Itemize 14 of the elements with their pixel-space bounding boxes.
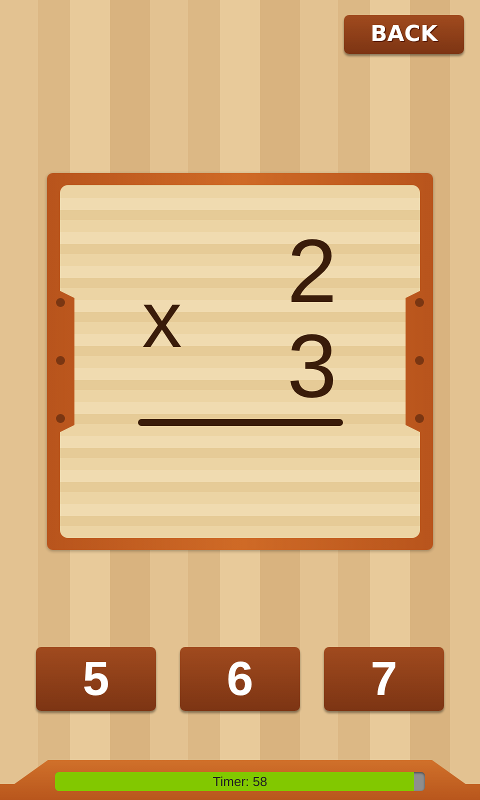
peg-icon <box>415 356 424 365</box>
peg-icon <box>415 414 424 423</box>
peg-icon <box>56 414 65 423</box>
peg-icon <box>415 298 424 307</box>
timer-label: Timer: 58 <box>212 773 268 791</box>
operand: 2 <box>286 225 337 320</box>
back-button[interactable]: BACK <box>344 15 464 54</box>
answer-button[interactable]: 5 <box>36 647 156 711</box>
operand: 3 <box>286 320 337 415</box>
peg-icon <box>56 298 65 307</box>
answer-button[interactable]: 6 <box>180 647 300 711</box>
answer-button[interactable]: 7 <box>324 647 444 711</box>
peg-icon <box>56 356 65 365</box>
operator: x <box>141 280 182 360</box>
